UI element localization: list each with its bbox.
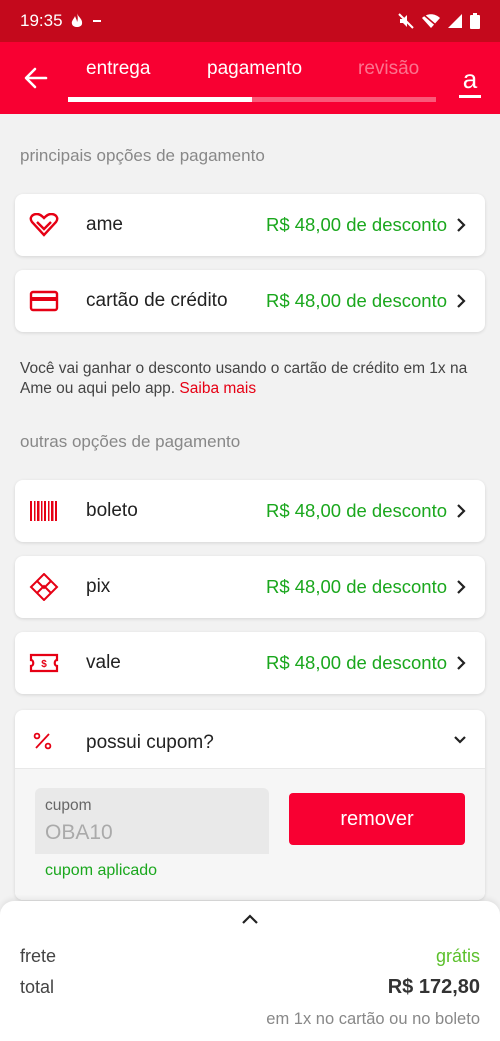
payment-option-vale[interactable]: $ vale R$ 48,00 de desconto [15,632,485,694]
coupon-body: cupom OBA10 cupom aplicado remover [15,769,485,900]
payment-option-ame[interactable]: ame R$ 48,00 de desconto [15,194,485,256]
back-arrow-icon[interactable] [22,64,50,92]
payment-option-label: ame [86,214,123,235]
discount-text: R$ 48,00 de desconto [265,500,447,521]
chevron-right-icon [457,580,466,594]
discount-note: Você vai ganhar o desconto usando o cart… [20,359,480,399]
frete-label: frete [20,946,57,966]
discount-text: R$ 48,00 de desconto [265,290,447,311]
order-summary: frete grátis total R$ 172,80 em 1x no ca… [0,901,500,1041]
total-label: total [20,977,55,997]
main-options-title: principais opções de pagamento [20,146,265,165]
pix-icon [29,573,59,601]
chevron-right-icon [457,656,466,670]
coupon-field-value: OBA10 [45,821,113,844]
svg-text:$: $ [41,659,47,670]
chevron-right-icon [457,504,466,518]
percent-icon [33,732,52,750]
barcode-icon [29,498,59,524]
coupon-status: cupom aplicado [45,862,158,879]
checkout-progress-fill [68,97,252,102]
payment-option-label: cartão de crédito [86,290,228,311]
chevron-down-icon [454,736,466,744]
americanas-logo[interactable]: a [456,66,484,100]
payment-hint: em 1x no cartão ou no boleto [266,1010,480,1028]
payment-option-pix[interactable]: pix R$ 48,00 de desconto [15,556,485,618]
chevron-up-icon[interactable] [241,913,259,925]
coupon-input[interactable]: cupom OBA10 [35,788,269,854]
discount-text: R$ 48,00 de desconto [265,214,447,235]
payment-option-label: pix [86,576,111,597]
credit-card-icon [29,288,59,314]
discount-text: R$ 48,00 de desconto [265,652,447,673]
payment-option-boleto[interactable]: boleto R$ 48,00 de desconto [15,480,485,542]
chevron-right-icon [457,218,466,232]
status-bar: 19:35 [0,0,500,42]
mute-icon [398,13,414,29]
remove-coupon-button[interactable]: remover [289,793,465,845]
chevron-right-icon [457,294,466,308]
tab-pagamento[interactable]: pagamento [207,57,302,81]
payment-option-label: vale [86,652,121,673]
voucher-icon: $ [29,650,59,676]
checkout-header: entrega pagamento revisão a [0,42,500,114]
wifi-icon [422,14,440,28]
logo-letter: a [463,66,478,94]
other-options-title: outras opções de pagamento [20,432,241,451]
coupon-label: possui cupom? [86,732,214,753]
total-value: R$ 172,80 [387,976,480,998]
dash-icon [92,20,101,22]
heart-ame-icon [29,212,59,238]
checkout-progress-bar [68,97,436,102]
signal-icon [448,14,462,28]
discount-text: R$ 48,00 de desconto [265,576,447,597]
payment-option-credit-card[interactable]: cartão de crédito R$ 48,00 de desconto [15,270,485,332]
frete-value: grátis [435,946,480,966]
fire-icon [71,13,82,27]
coupon-section: possui cupom? cupom OBA10 cupom aplicado… [15,710,485,900]
tab-entrega[interactable]: entrega [86,57,150,81]
saiba-mais-link[interactable]: Saiba mais [179,380,256,397]
coupon-toggle[interactable]: possui cupom? [15,710,485,768]
tab-revisao[interactable]: revisão [358,57,419,81]
status-time: 19:35 [20,11,63,30]
battery-icon [470,13,480,29]
coupon-field-label: cupom [45,797,92,814]
payment-option-label: boleto [86,500,138,521]
